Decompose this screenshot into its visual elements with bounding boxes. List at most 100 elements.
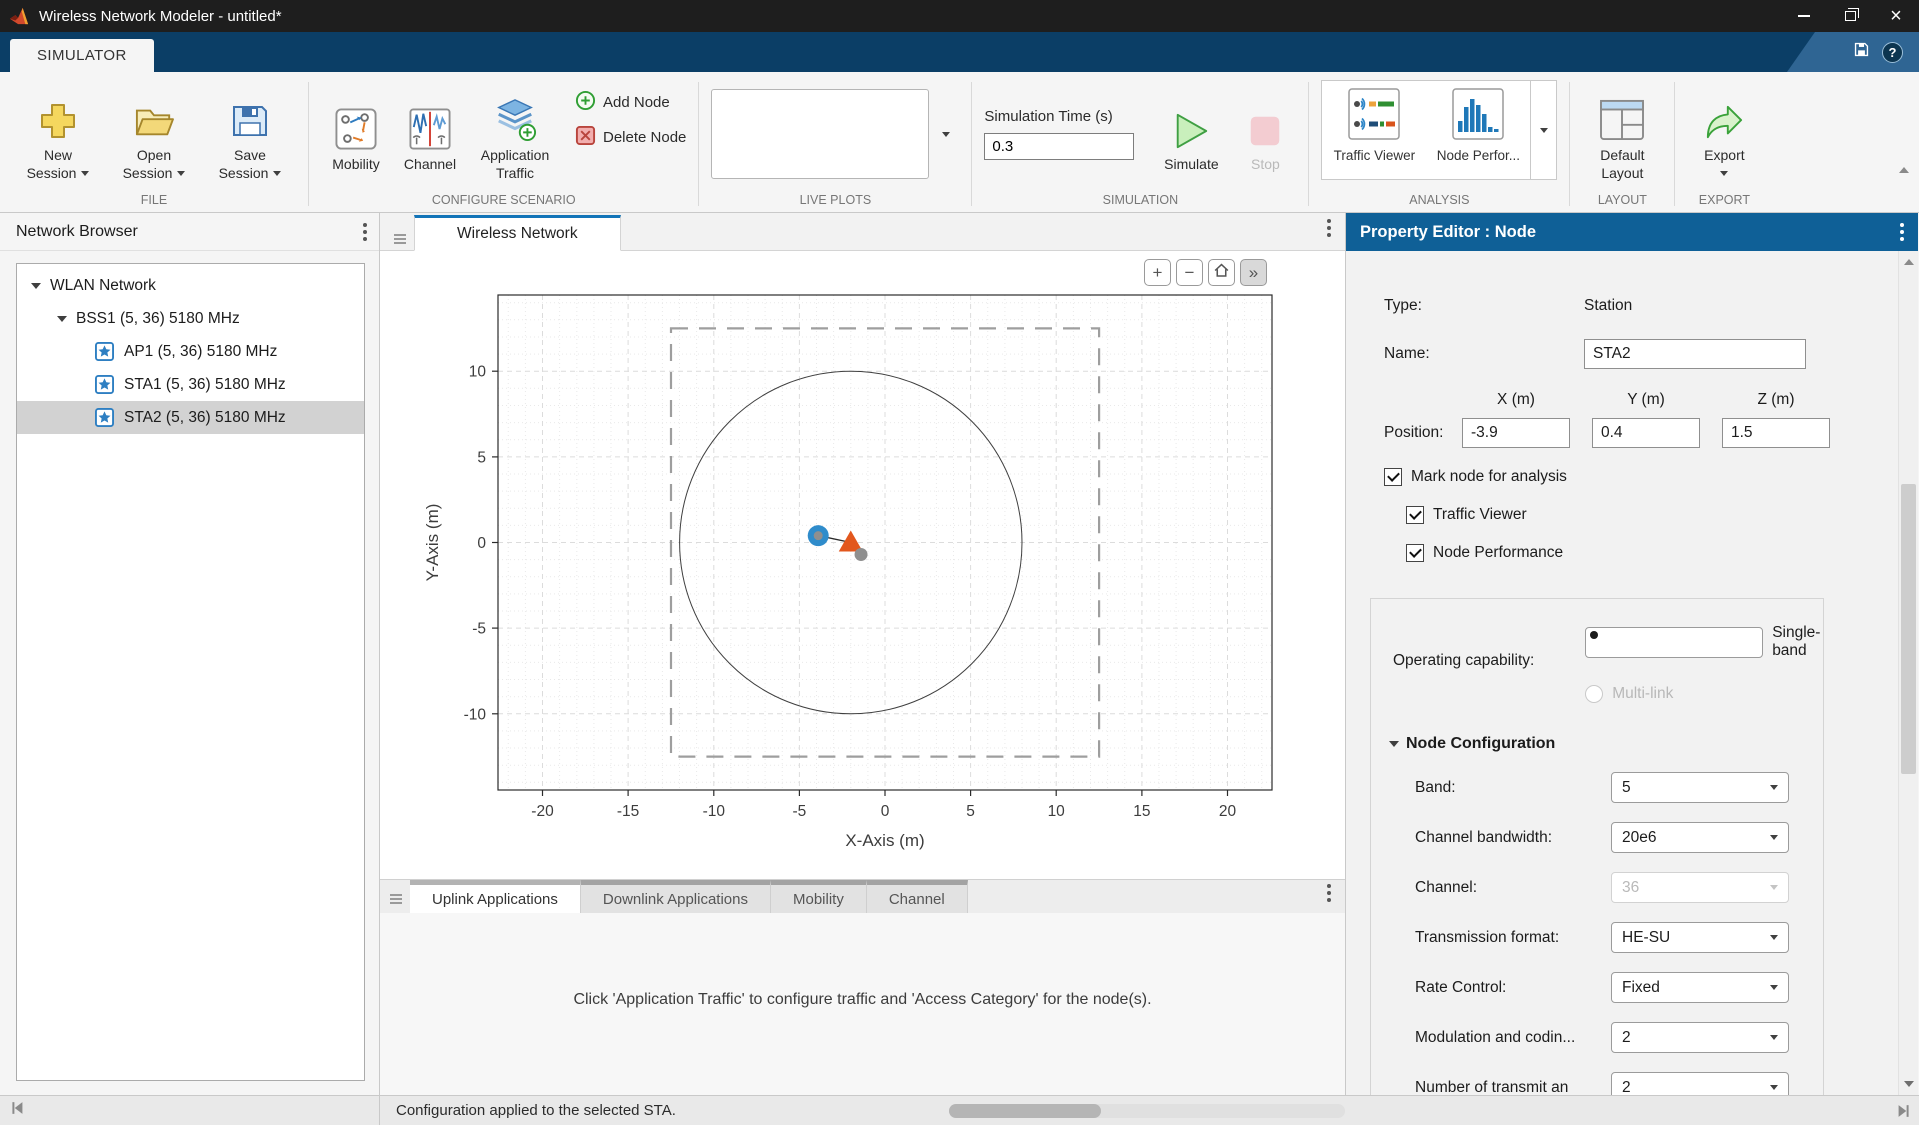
channel-icon xyxy=(409,96,451,150)
position-x-field[interactable] xyxy=(1462,418,1570,448)
tree-item-ap1[interactable]: AP1 (5, 36) 5180 MHz xyxy=(17,335,364,368)
svg-text:20: 20 xyxy=(1219,803,1237,820)
help-button[interactable]: ? xyxy=(1882,42,1903,63)
section-label-simulation: SIMULATION xyxy=(972,188,1308,212)
channel-bandwidth-label: Channel bandwidth: xyxy=(1415,829,1611,847)
axes-toolbar-expand-button[interactable]: » xyxy=(1240,259,1267,286)
tree-item-wlan-network[interactable]: WLAN Network xyxy=(17,269,364,302)
channel-button[interactable]: Channel xyxy=(395,96,465,173)
live-plots-dropdown-button[interactable] xyxy=(933,89,959,179)
tree-item-bss1[interactable]: BSS1 (5, 36) 5180 MHz xyxy=(17,302,364,335)
minimize-button[interactable] xyxy=(1781,0,1827,32)
horizontal-scrollbar[interactable] xyxy=(949,1104,1345,1118)
node-performance-checkbox-row[interactable]: Node Performance xyxy=(1406,544,1918,562)
live-plots-listbox[interactable] xyxy=(711,89,929,179)
network-browser-menu-button[interactable] xyxy=(363,223,367,241)
status-message: Configuration applied to the selected ST… xyxy=(380,1102,676,1119)
position-label: Position: xyxy=(1384,424,1462,442)
checkbox-checked-icon[interactable] xyxy=(1406,544,1424,562)
band-select[interactable]: 5 xyxy=(1611,772,1789,803)
quick-save-icon[interactable] xyxy=(1853,41,1870,63)
name-field[interactable] xyxy=(1584,339,1806,369)
tab-wireless-network[interactable]: Wireless Network xyxy=(414,215,621,251)
drag-handle-icon[interactable] xyxy=(390,894,402,896)
channel-bandwidth-select[interactable]: 20e6 xyxy=(1611,822,1789,853)
app-logo-icon xyxy=(8,6,30,26)
tab-mobility[interactable]: Mobility xyxy=(771,880,867,913)
tab-uplink-applications[interactable]: Uplink Applications xyxy=(410,880,581,913)
restore-button[interactable] xyxy=(1827,0,1873,32)
mcs-select[interactable]: 2 xyxy=(1611,1022,1789,1053)
chevron-down-icon xyxy=(1770,1085,1778,1090)
analysis-gallery-dropdown-button[interactable] xyxy=(1530,81,1556,179)
svg-text:-5: -5 xyxy=(472,621,486,638)
collapse-right-icon[interactable] xyxy=(1895,1102,1913,1125)
zoom-out-button[interactable]: − xyxy=(1176,259,1203,286)
tab-simulator[interactable]: SIMULATOR xyxy=(10,39,154,72)
restore-view-button[interactable] xyxy=(1208,259,1235,286)
mark-node-checkbox-row[interactable]: Mark node for analysis xyxy=(1384,468,1918,486)
delete-node-button[interactable]: Delete Node xyxy=(575,125,686,150)
transmission-format-select[interactable]: HE-SU xyxy=(1611,922,1789,953)
open-session-button[interactable]: Open Session xyxy=(108,87,200,182)
chevron-down-icon xyxy=(1540,128,1548,133)
radio-selected-icon[interactable] xyxy=(1585,627,1763,658)
add-node-button[interactable]: Add Node xyxy=(575,90,686,115)
zoom-in-button[interactable]: + xyxy=(1144,259,1171,286)
svg-text:5: 5 xyxy=(477,449,486,466)
network-plot-axes[interactable]: -20-15-10-505101520-10-50510X-Axis (m)Y-… xyxy=(380,251,1320,863)
num-transmit-antennas-select[interactable]: 2 xyxy=(1611,1072,1789,1095)
type-value: Station xyxy=(1584,297,1632,315)
section-collapse-icon[interactable] xyxy=(1389,741,1399,747)
simulation-time-label: Simulation Time (s) xyxy=(984,108,1134,125)
checkbox-checked-icon[interactable] xyxy=(1406,506,1424,524)
star-icon xyxy=(95,375,114,394)
default-layout-button[interactable]: Default Layout xyxy=(1582,87,1662,182)
scroll-up-icon[interactable] xyxy=(1904,259,1914,265)
export-button[interactable]: Export xyxy=(1687,87,1761,182)
collapse-left-icon[interactable] xyxy=(8,1099,26,1122)
traffic-viewer-button[interactable]: Traffic Viewer xyxy=(1322,81,1426,179)
property-editor-panel: Property Editor : Node Type: Station Nam… xyxy=(1346,213,1918,1095)
tree-collapse-icon[interactable] xyxy=(57,316,67,322)
open-session-icon xyxy=(133,87,175,141)
tab-downlink-applications[interactable]: Downlink Applications xyxy=(581,880,771,913)
traffic-viewer-checkbox-row[interactable]: Traffic Viewer xyxy=(1406,506,1918,524)
simulate-button[interactable]: Simulate xyxy=(1152,96,1230,173)
property-editor-scrollbar[interactable] xyxy=(1898,251,1918,1095)
quick-access-toolbar: ? xyxy=(1787,32,1919,72)
configuration-panel-menu-button[interactable] xyxy=(1327,884,1331,902)
position-z-field[interactable] xyxy=(1722,418,1830,448)
restore-icon xyxy=(1845,11,1856,21)
application-traffic-icon xyxy=(493,87,537,141)
simulation-time-input[interactable] xyxy=(984,133,1134,160)
rate-control-select[interactable]: Fixed xyxy=(1611,972,1789,1003)
svg-text:15: 15 xyxy=(1133,803,1150,820)
application-traffic-button[interactable]: Application Traffic xyxy=(469,87,561,182)
canvas-menu-button[interactable] xyxy=(1327,219,1331,237)
drag-handle-icon[interactable] xyxy=(394,234,406,236)
scroll-down-icon[interactable] xyxy=(1904,1081,1914,1087)
collapse-ribbon-button[interactable] xyxy=(1899,160,1909,178)
default-layout-icon xyxy=(1599,87,1645,141)
svg-text:0: 0 xyxy=(881,803,890,820)
position-y-field[interactable] xyxy=(1592,418,1700,448)
tree-collapse-icon[interactable] xyxy=(31,283,41,289)
svg-text:5: 5 xyxy=(966,803,975,820)
network-plot: -20-15-10-505101520-10-50510X-Axis (m)Y-… xyxy=(380,251,1345,879)
scrollbar-thumb[interactable] xyxy=(1901,484,1916,774)
tree-item-sta1[interactable]: STA1 (5, 36) 5180 MHz xyxy=(17,368,364,401)
mobility-button[interactable]: Mobility xyxy=(321,96,391,173)
save-session-button[interactable]: Save Session xyxy=(204,87,296,182)
stop-button: Stop xyxy=(1234,96,1296,173)
property-editor-menu-button[interactable] xyxy=(1900,223,1904,241)
tab-channel[interactable]: Channel xyxy=(867,880,968,913)
close-button[interactable]: × xyxy=(1873,0,1919,32)
single-band-radio-row[interactable]: Single-band xyxy=(1585,624,1823,660)
node-performance-button[interactable]: Node Perfor... xyxy=(1426,81,1530,179)
scrollbar-thumb[interactable] xyxy=(949,1104,1101,1118)
node-configuration-section-header[interactable]: Node Configuration xyxy=(1389,735,1823,753)
checkbox-checked-icon[interactable] xyxy=(1384,468,1402,486)
tree-item-sta2-selected[interactable]: STA2 (5, 36) 5180 MHz xyxy=(17,401,364,434)
new-session-button[interactable]: New Session xyxy=(12,87,104,182)
